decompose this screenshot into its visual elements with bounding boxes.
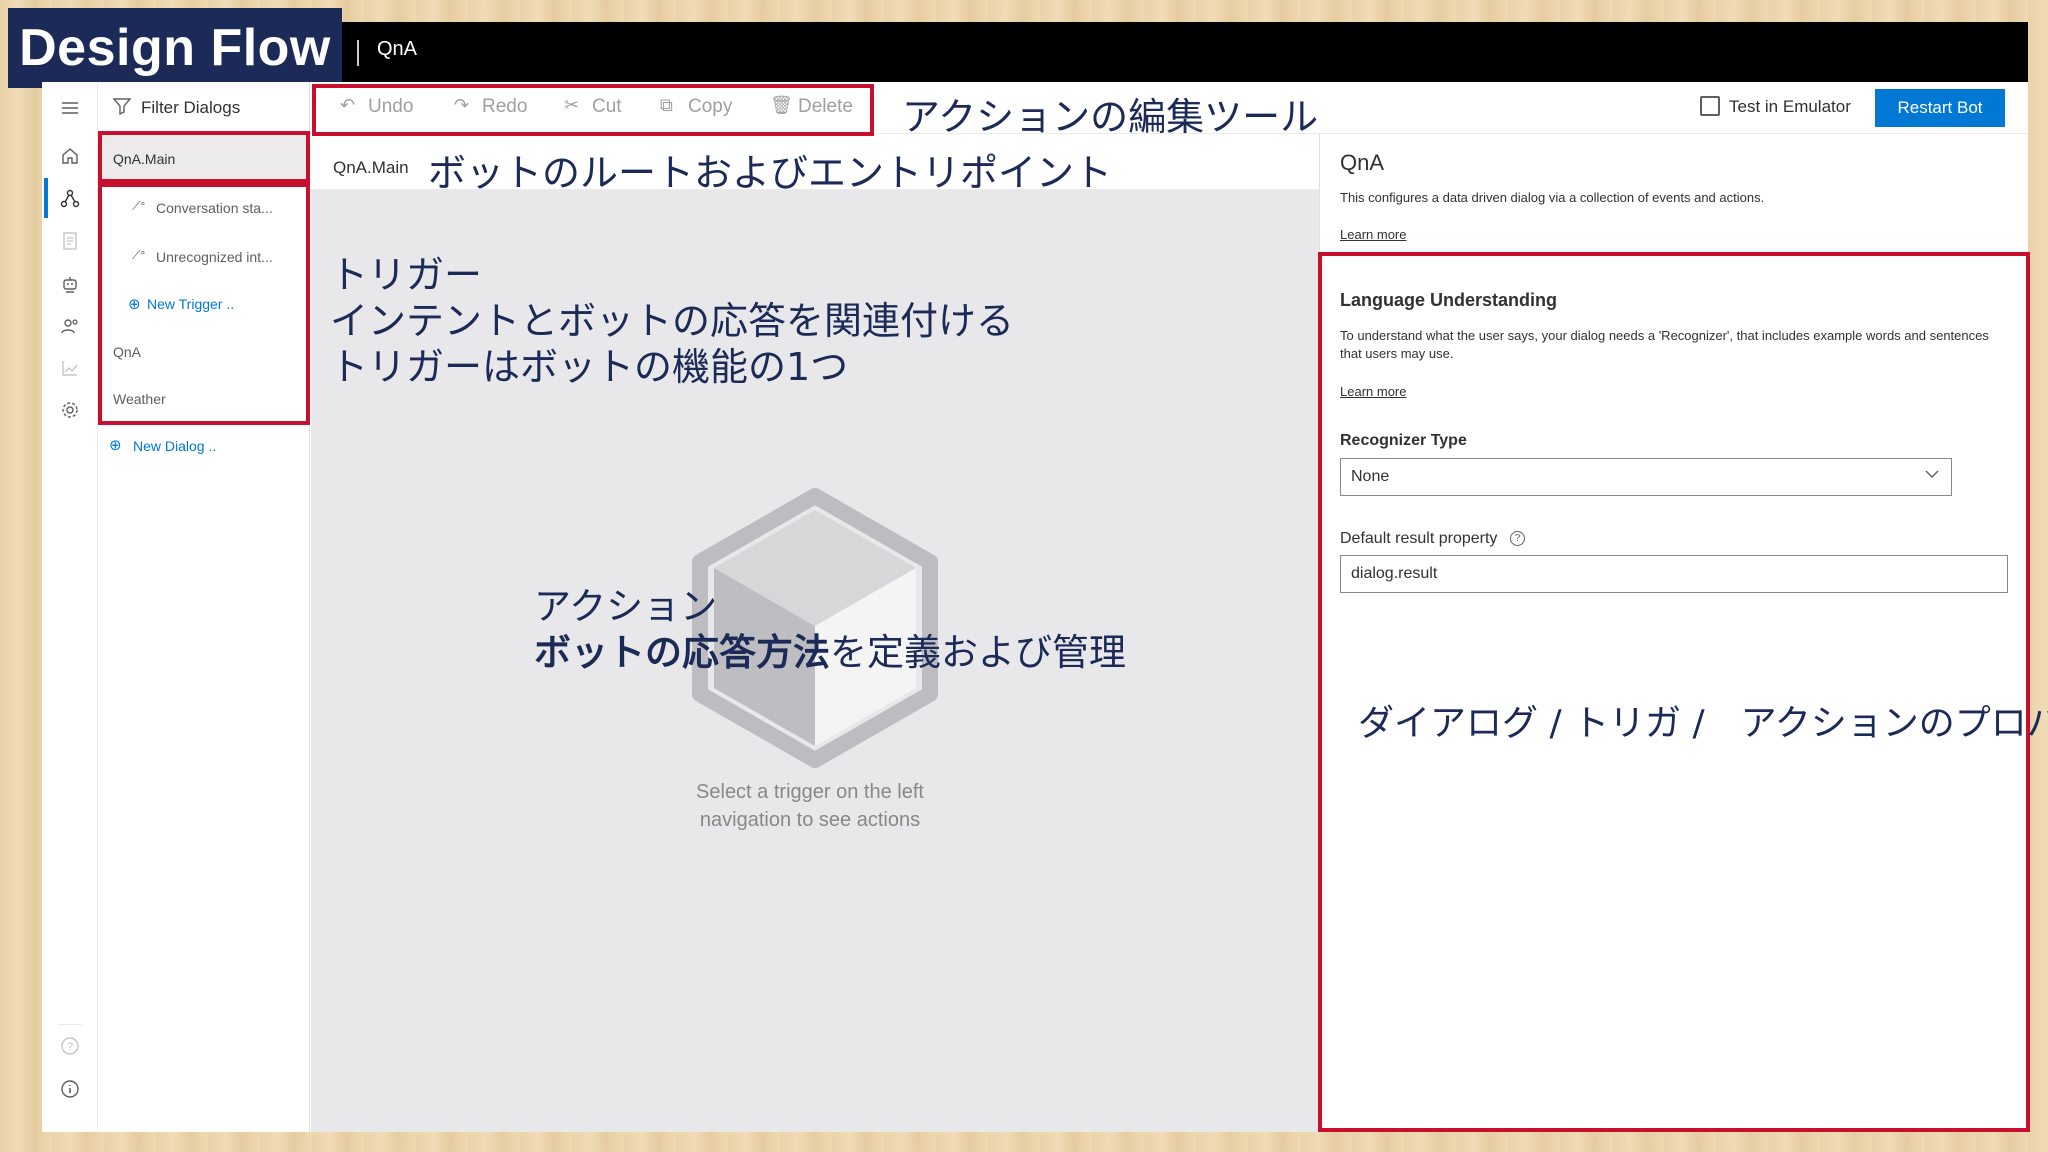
annotation-root-note: ボットのルートおよびエントリポイント — [428, 151, 1113, 195]
document-icon[interactable] — [58, 229, 82, 253]
help-icon[interactable]: ? — [58, 1034, 82, 1058]
settings-icon[interactable] — [58, 398, 82, 422]
open-external-icon — [1700, 96, 1720, 116]
header-title: QnA — [377, 38, 418, 60]
rail-divider — [58, 1024, 82, 1025]
trigger-note-line3: トリガーはボットの機能の1つ — [330, 345, 849, 389]
info-icon[interactable] — [58, 1077, 82, 1101]
empty-canvas-message: Select a trigger on the left navigation … — [680, 778, 940, 834]
properties-title: QnA — [1340, 150, 1385, 175]
filter-dialogs-label[interactable]: Filter Dialogs — [141, 98, 240, 118]
annotation-box-properties — [1318, 252, 2030, 1132]
menu-icon[interactable] — [58, 96, 82, 120]
filter-icon — [112, 96, 132, 121]
empty-message-line1: Select a trigger on the left — [696, 781, 924, 803]
action-note-line1: アクション — [534, 585, 718, 628]
annotation-action-note: アクション ボットの応答方法を定義および管理 — [534, 584, 1126, 676]
design-flow-icon[interactable] — [58, 186, 82, 210]
add-dialog-icon: ⊕ — [109, 437, 122, 454]
annotation-box-root — [98, 131, 310, 183]
home-icon[interactable] — [58, 144, 82, 168]
annotation-trigger-note: トリガー インテントとボットの応答を関連付ける トリガーはボットの機能の1つ — [330, 252, 1014, 390]
svg-text:?: ? — [67, 1041, 73, 1053]
design-flow-title: Design Flow — [8, 8, 342, 88]
header-divider — [357, 40, 359, 66]
annotation-box-triggers — [98, 183, 310, 425]
learn-more-link[interactable]: Learn more — [1340, 227, 1406, 242]
rail-active-indicator — [44, 178, 48, 218]
action-note-line2: ボットの応答方法を定義および管理 — [534, 630, 1126, 676]
empty-message-line2: navigation to see actions — [699, 809, 921, 831]
test-in-emulator-button[interactable]: Test in Emulator — [1729, 97, 1851, 117]
properties-description: This configures a data driven dialog via… — [1340, 190, 1765, 205]
annotation-toolbar-note: アクションの編集ツール — [902, 95, 1319, 139]
trigger-note-line1: トリガー — [330, 253, 483, 297]
annotation-properties-note: ダイアログ / トリガ / アクションのプロパティ — [1358, 703, 2048, 744]
analytics-icon[interactable] — [58, 356, 82, 380]
annotation-box-toolbar — [312, 84, 874, 136]
new-dialog-link[interactable]: New Dialog .. — [133, 438, 216, 454]
action-note-bold: ボットの応答方法 — [534, 631, 830, 674]
bot-icon[interactable] — [58, 272, 82, 296]
users-icon[interactable] — [58, 314, 82, 338]
breadcrumb[interactable]: QnA.Main — [333, 158, 409, 178]
action-note-rest: を定義および管理 — [830, 631, 1126, 674]
restart-bot-button[interactable]: Restart Bot — [1875, 89, 2005, 127]
trigger-note-line2: インテントとボットの応答を関連付ける — [330, 299, 1015, 343]
